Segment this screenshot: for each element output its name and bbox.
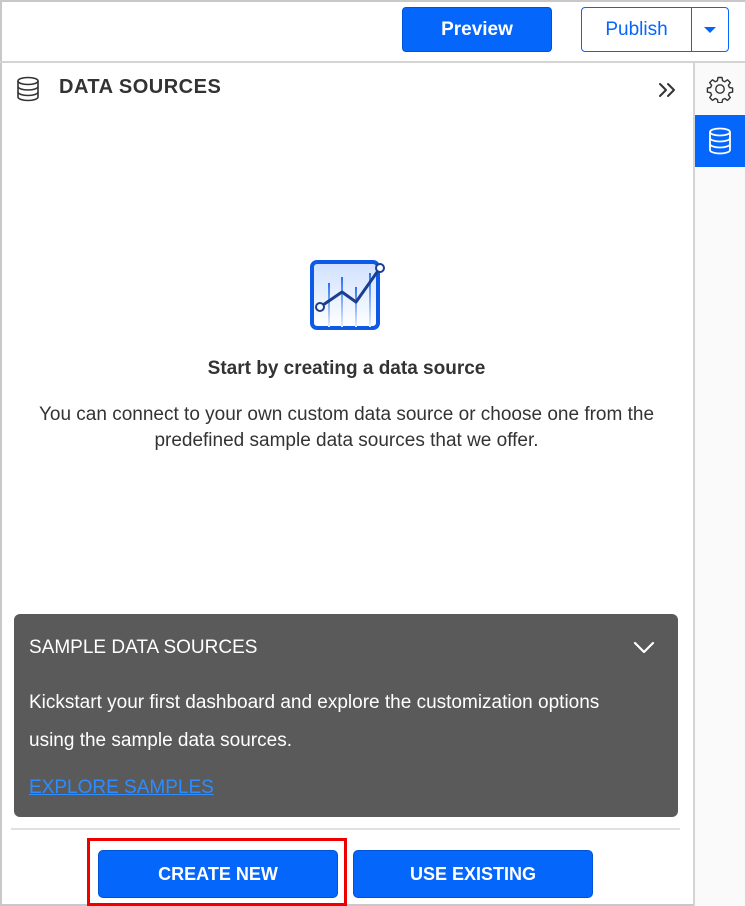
publish-button[interactable]: Publish	[582, 8, 692, 51]
explore-samples-link[interactable]: EXPLORE SAMPLES	[29, 777, 214, 799]
empty-state-description: You can connect to your own custom data …	[38, 404, 655, 451]
top-toolbar: Preview Publish	[0, 0, 745, 63]
panel-title: DATA SOURCES	[59, 76, 222, 98]
sample-card-toggle[interactable]	[631, 636, 657, 658]
caret-down-icon	[704, 26, 716, 33]
chevron-down-icon	[633, 641, 655, 654]
line-chart-icon	[305, 255, 385, 335]
empty-state-title: Start by creating a data source	[207, 358, 486, 379]
preview-button[interactable]: Preview	[402, 7, 552, 52]
gear-icon	[706, 76, 734, 103]
double-chevron-right-icon	[659, 83, 675, 97]
sample-data-sources-card: SAMPLE DATA SOURCES Kickstart your first…	[14, 614, 678, 817]
create-new-button[interactable]: CREATE NEW	[98, 850, 338, 898]
collapse-panel-button[interactable]	[655, 77, 681, 103]
use-existing-button[interactable]: USE EXISTING	[353, 850, 593, 898]
database-icon	[16, 76, 40, 107]
rail-item-data-sources[interactable]	[695, 115, 745, 167]
publish-split-button: Publish	[581, 7, 729, 52]
publish-dropdown-button[interactable]	[692, 8, 728, 51]
rail-item-settings[interactable]	[695, 63, 745, 115]
footer-divider	[11, 828, 680, 830]
sample-card-description: Kickstart your first dashboard and explo…	[29, 692, 600, 751]
database-icon	[709, 127, 731, 155]
panel-header: DATA SOURCES	[0, 63, 693, 113]
sample-card-title: SAMPLE DATA SOURCES	[29, 637, 258, 658]
right-rail	[693, 63, 745, 906]
